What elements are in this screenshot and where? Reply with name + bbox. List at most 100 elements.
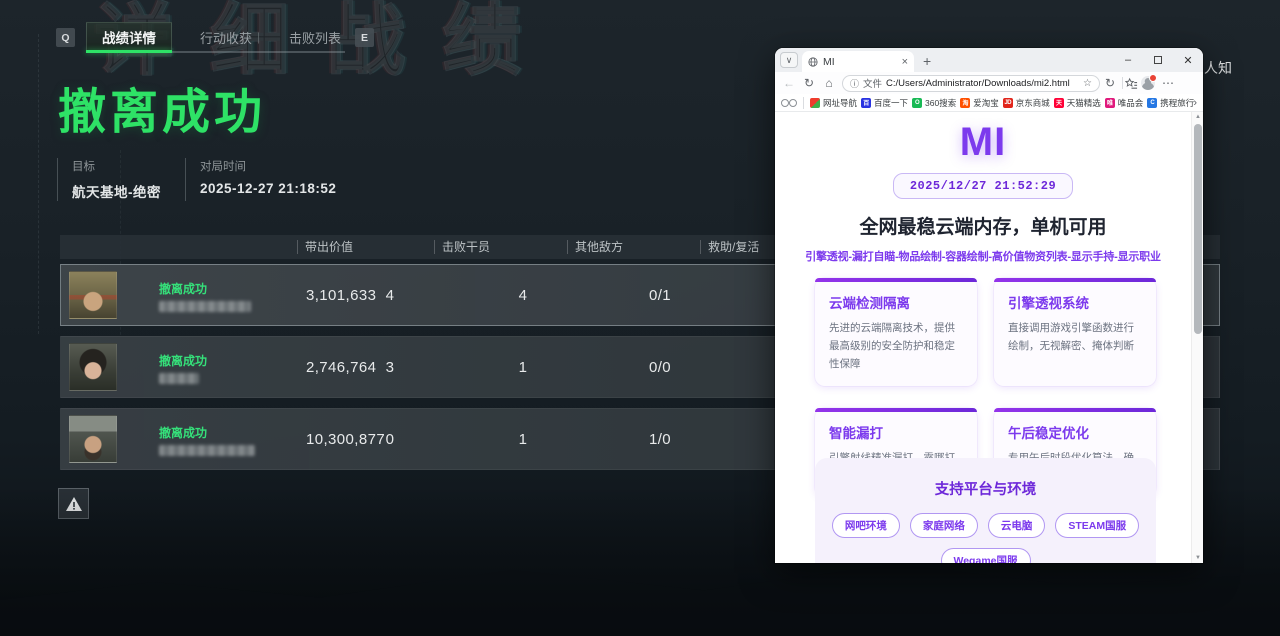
tab-divider: | [257,30,260,44]
platform-pill: 网吧环境 [832,513,900,538]
site-logo: MI [775,120,1191,165]
window-close-button[interactable]: ✕ [1173,48,1203,72]
feature-card: 云端检测隔离 先进的云端隔离技术，提供最高级别的安全防护和稳定性保障 [815,278,977,386]
bookmarks-overflow-chevron-icon[interactable]: › [1193,97,1197,109]
cell-kills: 4 [383,287,397,304]
cell-kills: 3 [383,359,397,376]
browser-address-bar: ← ↻ ⌂ ⓘ 文件 C:/Users/Administrator/Downlo… [775,72,1203,94]
more-menu-icon[interactable]: ⋯ [1158,76,1178,90]
tab-close-icon[interactable]: × [902,56,908,68]
bookmark-favicon: 唯 [1105,98,1115,108]
platform-support-panel: 支持平台与环境 网吧环境 家庭网络 云电脑 STEAM国服 Wegame国服 [815,458,1156,563]
new-tab-button[interactable]: + [923,53,931,69]
scrollbar-thumb[interactable] [1194,124,1202,334]
cell-other-enemies: 4 [516,287,530,304]
window-maximize-button[interactable] [1143,48,1173,72]
cell-other-enemies: 1 [516,359,530,376]
tab-operation-loot[interactable]: 行动收获 [196,22,256,52]
platform-pill: 家庭网络 [910,513,978,538]
card-title: 午后稳定优化 [1008,422,1142,442]
key-hint-q: Q [56,28,75,47]
bookmark-label: 唯品会 [1118,97,1144,109]
bookmark-item[interactable]: O 360搜索 [912,97,956,109]
platform-pill: 云电脑 [988,513,1046,538]
cell-rescue: 0/0 [649,359,671,376]
url-input[interactable]: ⓘ 文件 C:/Users/Administrator/Downloads/mi… [842,75,1100,92]
bookmark-label: 百度一下 [874,97,908,109]
objective-info: 目标 航天基地-绝密 [57,158,161,201]
key-hint-e: E [355,28,374,47]
refresh-icon[interactable]: ↻ [799,76,819,90]
bookmark-item[interactable]: C 携程旅行 [1147,97,1194,109]
active-tab-underline [86,50,172,53]
globe-icon [808,57,818,67]
column-header-kills: 击败干员 [434,240,490,254]
page-subheading: 引擎透视-漏打自瞄-物品绘制-容器绘制-高价值物资列表-显示手持-显示职业 [775,248,1191,264]
bookmark-favicon: O [912,98,922,108]
corner-text-fragment: 人知 [1204,58,1232,78]
bookmark-label: 天猫精选 [1067,97,1101,109]
platform-pills: 网吧环境 家庭网络 云电脑 STEAM国服 Wegame国服 [831,513,1140,563]
card-body: 直接调用游戏引擎函数进行绘制，无视解密、掩体判断 [1008,320,1142,356]
cell-kills: 0 [383,431,397,448]
tab-kill-list[interactable]: 击败列表 [285,22,345,52]
tab-battle-details[interactable]: 战绩详情 [86,22,172,52]
page-heading: 全网最稳云端内存，单机可用 [775,212,1191,239]
toolbar-divider [1122,77,1123,89]
platform-pill: STEAM国服 [1055,513,1139,538]
cell-rescue: 1/0 [649,431,671,448]
scroll-up-arrow[interactable]: ▲ [1192,112,1203,122]
bookmark-item[interactable]: 网址导航 [810,97,857,109]
bookmark-item[interactable]: 淘 爱淘宝 [960,97,999,109]
back-icon[interactable]: ← [779,76,799,90]
scroll-down-arrow[interactable]: ▼ [1192,553,1203,563]
cell-extracted-value: 10,300,877 [306,431,385,448]
tab-search-button[interactable]: ∨ [780,52,798,68]
web-page-content: MI 2025/12/27 21:52:29 全网最稳云端内存，单机可用 引擎透… [775,112,1191,563]
home-icon[interactable]: ⌂ [819,76,839,90]
results-tab-bar: Q 战绩详情 行动收获 | 击败列表 E [0,22,420,54]
player-avatar [69,415,117,463]
cell-rescue: 0/1 [649,287,671,304]
bookmark-label: 网址导航 [823,97,857,109]
result-title: 撤离成功 [58,72,266,142]
objective-value: 航天基地-绝密 [72,181,161,201]
bookmark-item[interactable]: JD 京东商城 [1003,97,1050,109]
file-scheme-label: 文件 [863,76,882,90]
browser-window: ∨ MI × + – ✕ ← ↻ ⌂ ⓘ 文件 C:/Users/Adminis… [775,48,1203,563]
platform-title: 支持平台与环境 [831,478,1140,499]
tab-label: 战绩详情 [102,27,156,47]
glasses-icon[interactable] [781,99,797,107]
bookmark-item[interactable]: 天 天猫精选 [1054,97,1101,109]
feature-card: 引擎透视系统 直接调用游戏引擎函数进行绘制，无视解密、掩体判断 [994,278,1156,386]
browser-tab-strip: ∨ MI × + – ✕ [775,48,1203,72]
page-info-icon[interactable]: ⓘ [850,77,859,90]
favorites-bar-icon[interactable] [1125,77,1138,90]
sync-icon[interactable]: ↻ [1100,76,1120,90]
bookmark-favicon: 天 [1054,98,1064,108]
bookmark-label: 360搜索 [925,97,956,109]
bookmark-item[interactable]: 唯 唯品会 [1105,97,1144,109]
bookmark-favicon: 淘 [960,98,970,108]
bookmark-label: 携程旅行 [1160,97,1194,109]
bookmark-label: 爱淘宝 [973,97,999,109]
bookmarks-bar: 网址导航 百 百度一下 O 360搜索 淘 爱淘宝 JD 京东商城 天 天猫精选… [775,94,1203,112]
player-avatar [69,343,117,391]
browser-tab[interactable]: MI × [802,51,914,72]
player-avatar [69,271,117,319]
tab-label: 击败列表 [289,28,341,47]
bookmark-item[interactable]: 百 百度一下 [861,97,908,109]
bookmark-star-icon[interactable]: ☆ [1083,78,1092,89]
bookmarks-divider [803,97,804,109]
page-scrollbar: ▲ ▼ [1191,112,1203,563]
bookmark-favicon: 百 [861,98,871,108]
player-name-redacted [159,445,255,456]
bookmark-favicon [810,98,820,108]
match-info: 目标 航天基地-绝密 对局时间 2025-12-27 21:18:52 [57,158,360,201]
status-badge: 撤离成功 [159,352,207,369]
window-minimize-button[interactable]: – [1113,48,1143,72]
column-header-rescue: 救助/复活 [700,240,759,254]
column-header-other-enemies: 其他敌方 [567,240,623,254]
profile-avatar-icon[interactable] [1141,76,1155,90]
platform-pill: Wegame国服 [941,548,1031,563]
